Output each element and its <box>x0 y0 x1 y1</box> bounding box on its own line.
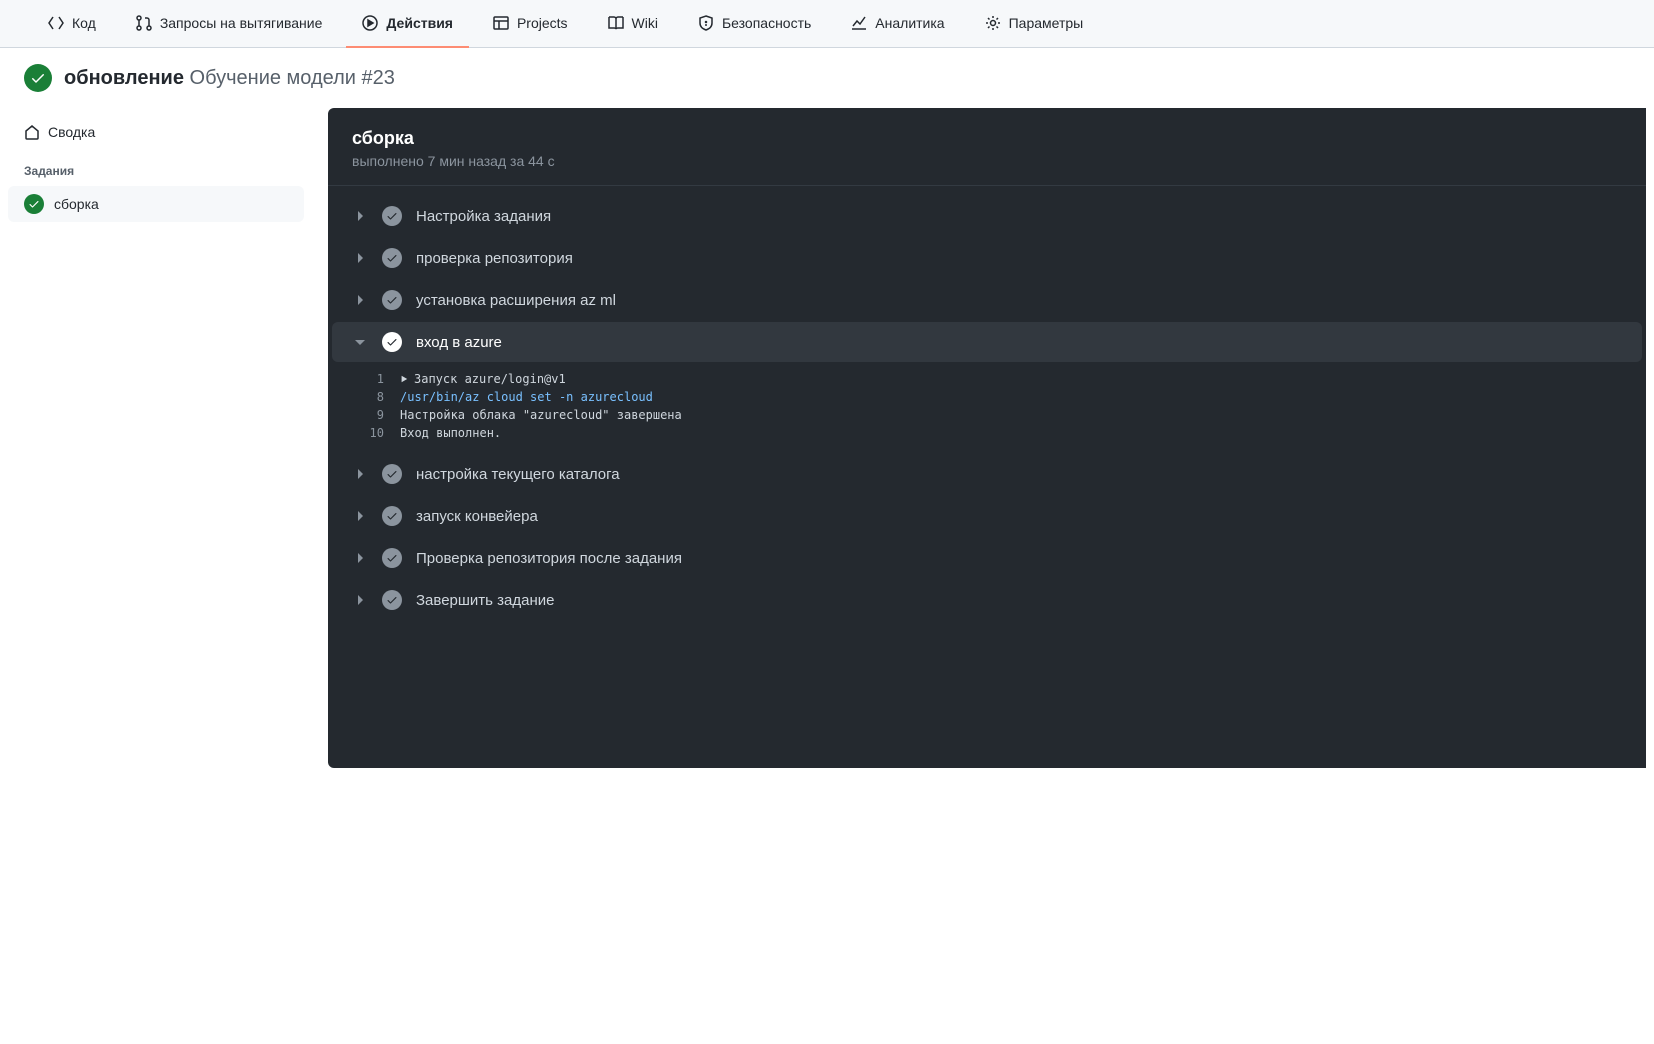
chevron-right-icon <box>352 550 368 566</box>
step-list: Настройка задания проверка репозитория уст… <box>328 186 1646 620</box>
main-content: Сводка Задания сборка сборка выполнено 7… <box>0 108 1654 792</box>
tab-wiki[interactable]: Wiki <box>592 0 674 48</box>
step-label: запуск конвейера <box>416 508 538 525</box>
step-row[interactable]: Завершить задание <box>332 580 1642 620</box>
tab-security-label: Безопасность <box>722 15 811 31</box>
sidebar-summary-label: Сводка <box>48 124 95 140</box>
line-number: 1 <box>348 372 384 386</box>
workflow-title: обновление Обучение модели #23 <box>64 67 395 90</box>
chevron-right-icon <box>352 292 368 308</box>
step-row[interactable]: запуск конвейера <box>332 496 1642 536</box>
sidebar-job-build[interactable]: сборка <box>8 186 304 222</box>
tab-settings[interactable]: Параметры <box>969 0 1100 48</box>
chevron-right-icon <box>352 250 368 266</box>
step-row[interactable]: настройка текущего каталога <box>332 454 1642 494</box>
step-row[interactable]: Настройка задания <box>332 196 1642 236</box>
tab-wiki-label: Wiki <box>632 15 658 31</box>
line-content: Настройка облака "azurecloud" завершена <box>400 408 682 422</box>
chevron-right-icon <box>352 208 368 224</box>
tab-code[interactable]: Код <box>32 0 112 48</box>
tab-actions-label: Действия <box>386 15 453 31</box>
log-line: 1 Запуск azure/login@v1 <box>348 370 1626 388</box>
step-label: настройка текущего каталога <box>416 466 620 483</box>
tab-pulls-label: Запросы на вытягивание <box>160 15 323 31</box>
check-icon <box>382 506 402 526</box>
step-row[interactable]: вход в azure <box>332 322 1642 362</box>
step-label: вход в azure <box>416 334 502 351</box>
check-icon <box>382 590 402 610</box>
check-icon <box>382 464 402 484</box>
log-subtitle: выполнено 7 мин назад за 44 с <box>352 153 1622 169</box>
tab-projects[interactable]: Projects <box>477 0 584 48</box>
line-number: 8 <box>348 390 384 404</box>
graph-icon <box>851 15 867 31</box>
workflow-title-rest: Обучение модели #23 <box>190 67 395 89</box>
chevron-right-icon <box>352 466 368 482</box>
log-header: сборка выполнено 7 мин назад за 44 с <box>328 108 1646 186</box>
chevron-down-icon <box>352 334 368 350</box>
step-row[interactable]: Проверка репозитория после задания <box>332 538 1642 578</box>
sidebar-jobs-heading: Задания <box>8 148 304 186</box>
workflow-status-icon <box>24 64 52 92</box>
log-panel: сборка выполнено 7 мин назад за 44 с Нас… <box>328 108 1646 768</box>
check-icon <box>382 206 402 226</box>
play-icon <box>362 15 378 31</box>
log-lines: 1 Запуск azure/login@v1 8/usr/bin/az cloud… <box>328 364 1646 452</box>
tab-pulls[interactable]: Запросы на вытягивание <box>120 0 339 48</box>
expand-icon[interactable] <box>400 375 408 383</box>
workflow-header: обновление Обучение модели #23 <box>0 48 1654 108</box>
chevron-right-icon <box>352 508 368 524</box>
git-pull-request-icon <box>136 15 152 31</box>
tab-actions[interactable]: Действия <box>346 0 469 48</box>
line-number: 10 <box>348 426 384 440</box>
shield-icon <box>698 15 714 31</box>
sidebar: Сводка Задания сборка <box>8 108 304 768</box>
check-icon <box>382 290 402 310</box>
step-label: проверка репозитория <box>416 250 573 267</box>
log-line: 8/usr/bin/az cloud set -n azurecloud <box>348 388 1626 406</box>
step-label: Проверка репозитория после задания <box>416 550 682 567</box>
log-line: 10 Вход выполнен. <box>348 424 1626 442</box>
step-label: установка расширения az ml <box>416 292 616 309</box>
line-content: Запуск azure/login@v1 <box>400 372 566 386</box>
chevron-right-icon <box>352 592 368 608</box>
step-row[interactable]: установка расширения az ml <box>332 280 1642 320</box>
check-icon <box>382 248 402 268</box>
tab-insights-label: Аналитика <box>875 15 944 31</box>
project-icon <box>493 15 509 31</box>
sidebar-summary[interactable]: Сводка <box>8 116 304 148</box>
step-row[interactable]: проверка репозитория <box>332 238 1642 278</box>
tab-insights[interactable]: Аналитика <box>835 0 960 48</box>
code-icon <box>48 15 64 31</box>
line-content: /usr/bin/az cloud set -n azurecloud <box>400 390 653 404</box>
check-icon <box>24 194 44 214</box>
log-title: сборка <box>352 128 1622 149</box>
home-icon <box>24 124 40 140</box>
check-icon <box>382 332 402 352</box>
line-number: 9 <box>348 408 384 422</box>
book-icon <box>608 15 624 31</box>
tab-settings-label: Параметры <box>1009 15 1084 31</box>
tab-code-label: Код <box>72 15 96 31</box>
workflow-title-bold: обновление <box>64 67 184 89</box>
log-line: 9 Настройка облака "azurecloud" завершена <box>348 406 1626 424</box>
sidebar-job-label: сборка <box>54 196 99 212</box>
tab-projects-label: Projects <box>517 15 568 31</box>
step-label: Настройка задания <box>416 208 551 225</box>
step-label: Завершить задание <box>416 592 554 609</box>
tab-security[interactable]: Безопасность <box>682 0 827 48</box>
gear-icon <box>985 15 1001 31</box>
repo-tabs: Код Запросы на вытягивание Действия Proj… <box>0 0 1654 48</box>
line-content: Вход выполнен. <box>400 426 501 440</box>
check-icon <box>382 548 402 568</box>
